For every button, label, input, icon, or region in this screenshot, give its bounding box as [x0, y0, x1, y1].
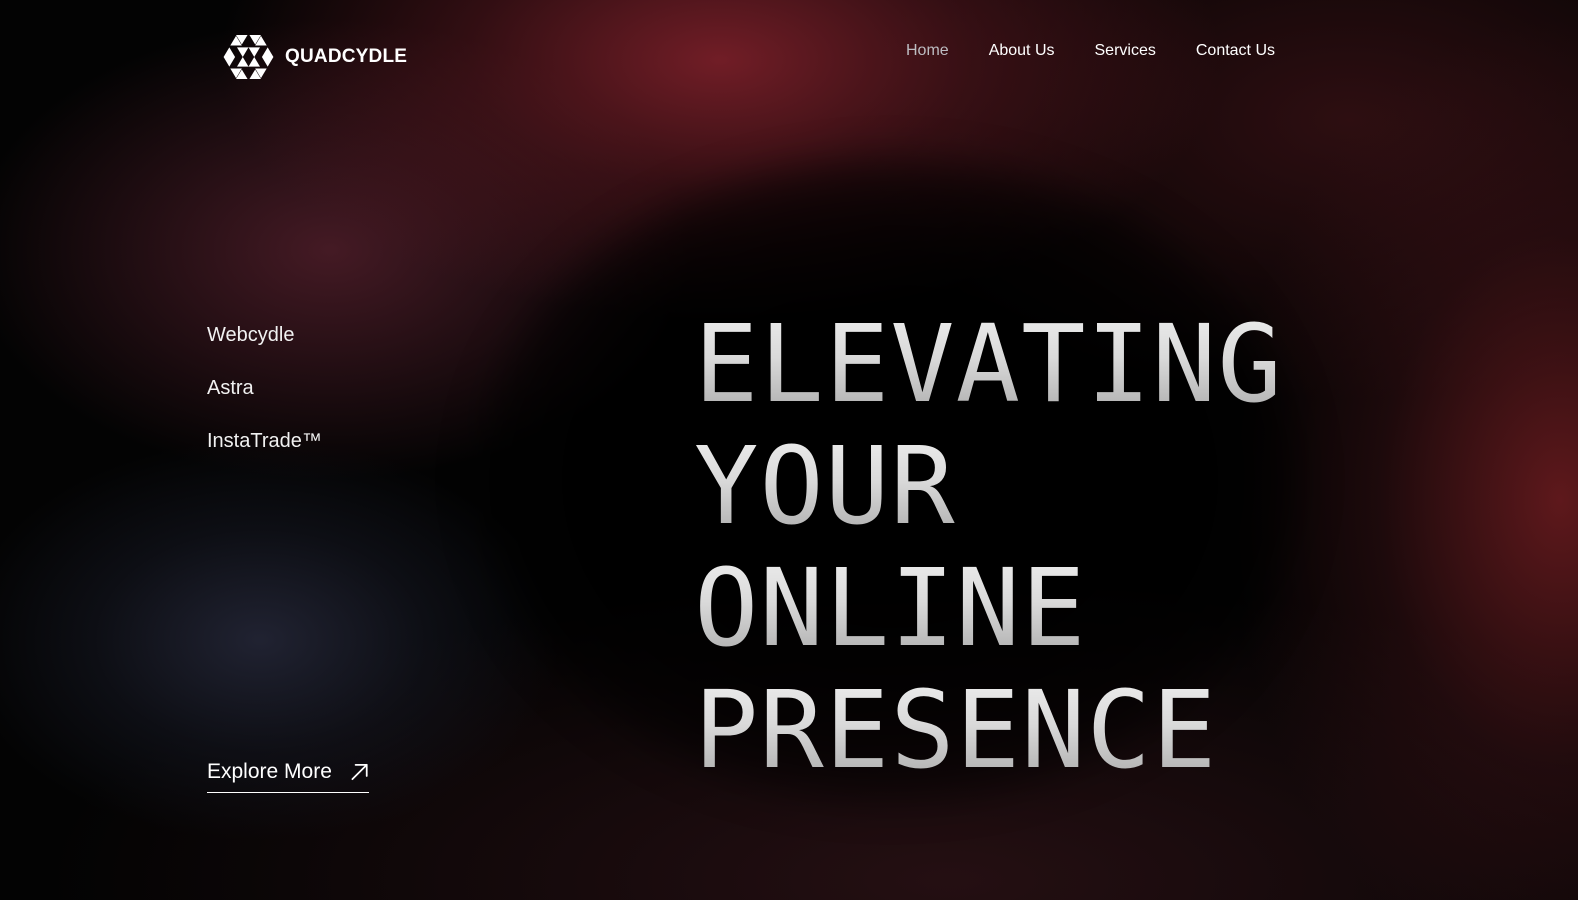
main-nav: Home About Us Services Contact Us: [906, 42, 1275, 60]
headline-line-3: ONLINE: [694, 548, 1283, 670]
product-list: Webcydle Astra InstaTrade™: [207, 324, 322, 453]
arrow-up-right-icon: [351, 763, 368, 781]
nav-contact-us[interactable]: Contact Us: [1196, 42, 1275, 60]
nav-home[interactable]: Home: [906, 42, 949, 60]
explore-more-button[interactable]: Explore More: [207, 760, 369, 793]
product-link-webcydle[interactable]: Webcydle: [207, 324, 322, 347]
explore-more-label: Explore More: [207, 760, 332, 783]
headline-line-1: ELEVATING: [694, 303, 1283, 427]
headline-line-2: YOUR: [694, 426, 1283, 548]
nav-services[interactable]: Services: [1095, 42, 1156, 60]
brand-logo-link[interactable]: QUADCYDLE: [222, 34, 407, 80]
brand-name: QUADCYDLE: [285, 46, 408, 67]
hero-headline: ELEVATING YOUR ONLINE PRESENCE: [694, 304, 1283, 792]
headline-line-4: PRESENCE: [694, 670, 1283, 792]
hexagon-triangles-logo-icon: [223, 34, 274, 80]
product-link-instatrade[interactable]: InstaTrade™: [207, 430, 322, 453]
nav-about-us[interactable]: About Us: [989, 42, 1055, 60]
hero-section: QUADCYDLE Home About Us Services Contact…: [0, 0, 1578, 900]
product-link-astra[interactable]: Astra: [207, 377, 322, 400]
